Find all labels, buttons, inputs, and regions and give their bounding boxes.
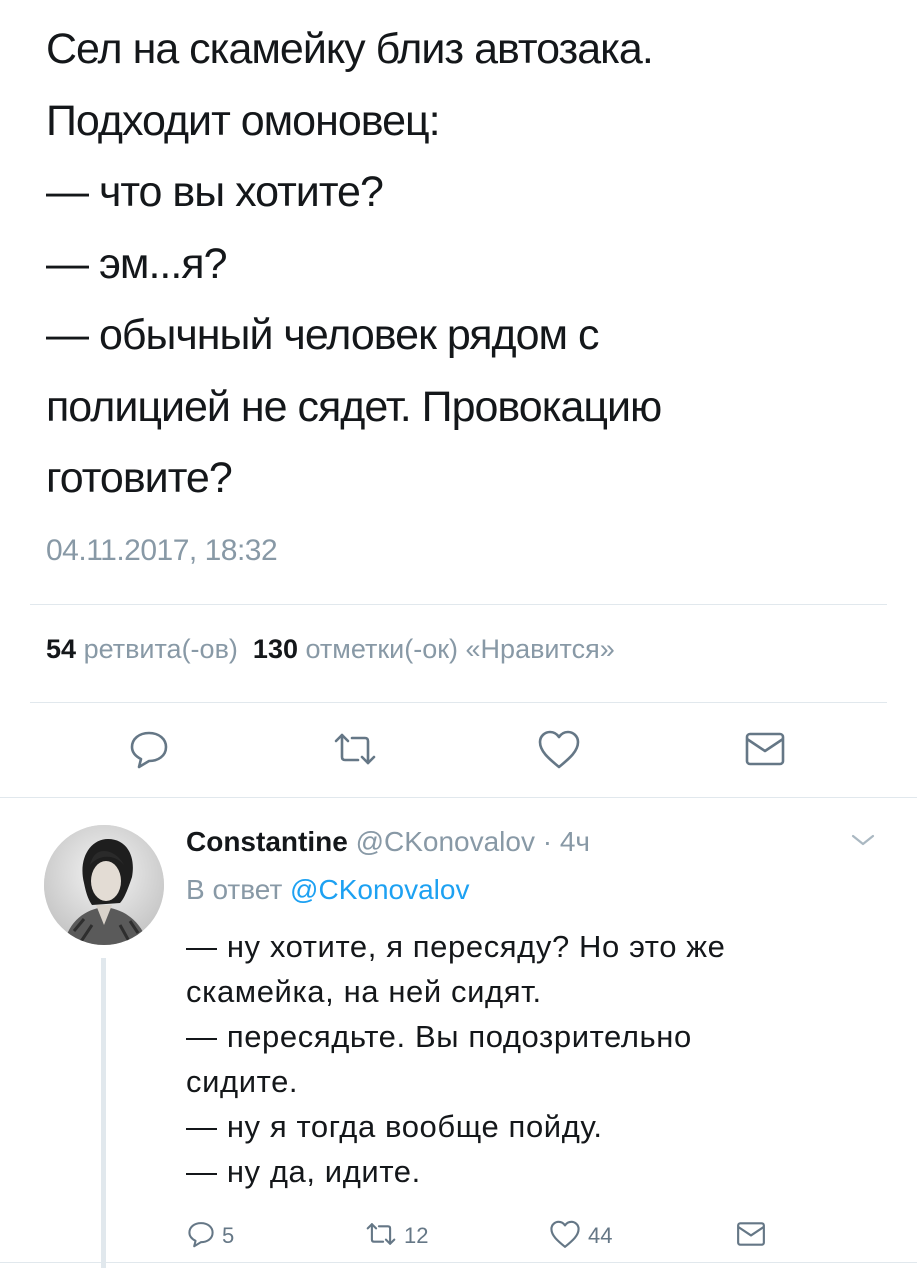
more-options-button[interactable] bbox=[850, 832, 876, 853]
heart-icon bbox=[548, 1219, 582, 1254]
chevron-down-icon bbox=[850, 834, 876, 852]
divider bbox=[30, 702, 887, 703]
main-tweet-text: Сел на скамейку близ автозака. Подходит … bbox=[46, 14, 886, 515]
tweet-line: — что вы хотите? bbox=[46, 168, 384, 216]
divider bbox=[0, 797, 917, 798]
reply-line: — ну хотите, я пересяду? Но это же bbox=[186, 929, 726, 964]
in-reply-to: В ответ @CKonovalov bbox=[186, 874, 469, 906]
in-reply-prefix: В ответ bbox=[186, 874, 283, 905]
envelope-icon bbox=[744, 731, 786, 772]
tweet-line: — обычный человек рядом с bbox=[46, 311, 600, 359]
like-count: 44 bbox=[588, 1223, 613, 1248]
reply-line: — ну я тогда вообще пойду. bbox=[186, 1109, 603, 1144]
heart-icon bbox=[536, 728, 582, 775]
reply-time[interactable]: 4ч bbox=[560, 826, 590, 857]
reply-message-button[interactable] bbox=[736, 1216, 766, 1256]
retweet-count: 12 bbox=[404, 1223, 429, 1248]
reply-line: — пересядьте. Вы подозрительно bbox=[186, 1019, 692, 1054]
tweet-line: — эм...я? bbox=[46, 239, 228, 288]
like-button[interactable] bbox=[534, 726, 584, 776]
tweet-line: Сел на скамейку близ автозака. bbox=[46, 25, 654, 73]
in-reply-mention[interactable]: @CKonovalov bbox=[290, 874, 469, 905]
retweet-button[interactable] bbox=[330, 726, 380, 776]
tweet-line: полицией не сядет. Провокацию bbox=[46, 382, 662, 431]
divider bbox=[30, 604, 887, 605]
reply-tweet[interactable]: Constantine @CKonovalov · 4ч В ответ @CK… bbox=[0, 800, 917, 1270]
tweet-action-bar bbox=[0, 726, 917, 776]
reply-text: — ну хотите, я пересяду? Но это же скаме… bbox=[186, 924, 886, 1194]
reply-header: Constantine @CKonovalov · 4ч bbox=[186, 826, 590, 858]
divider bbox=[0, 1262, 917, 1263]
reply-line: — ну да, идите. bbox=[186, 1154, 421, 1189]
reply-button[interactable] bbox=[124, 726, 174, 776]
retweet-icon bbox=[332, 729, 378, 774]
author-handle[interactable]: @CKonovalov bbox=[356, 826, 535, 857]
reply-like-button[interactable]: 44 bbox=[548, 1216, 612, 1256]
retweets-label[interactable]: ретвита(-ов) bbox=[84, 634, 238, 664]
avatar[interactable] bbox=[44, 825, 164, 945]
likes-count[interactable]: 130 bbox=[253, 634, 298, 664]
reply-line: сидите. bbox=[186, 1064, 299, 1099]
envelope-icon bbox=[736, 1221, 766, 1252]
tweet-line: Подходит омоновец: bbox=[46, 96, 441, 145]
reply-retweet-button[interactable]: 12 bbox=[364, 1216, 428, 1256]
likes-label[interactable]: отметки(-ок) «Нравится» bbox=[306, 634, 615, 664]
reply-line: скамейка, на ней сидят. bbox=[186, 974, 542, 1009]
tweet-line: готовите? bbox=[46, 454, 233, 502]
tweet-timestamp[interactable]: 04.11.2017, 18:32 bbox=[46, 534, 278, 568]
tweet-stats: 54 ретвита(-ов) 130 отметки(-ок) «Нравит… bbox=[46, 634, 615, 665]
reply-icon bbox=[186, 1219, 216, 1254]
retweets-count[interactable]: 54 bbox=[46, 634, 76, 664]
author-name[interactable]: Constantine bbox=[186, 826, 348, 857]
reply-count: 5 bbox=[222, 1223, 235, 1248]
separator: · bbox=[542, 826, 553, 857]
retweet-icon bbox=[364, 1220, 398, 1253]
reply-icon bbox=[127, 727, 171, 776]
message-button[interactable] bbox=[740, 726, 790, 776]
reply-action-bar: 5 12 44 bbox=[0, 1216, 917, 1256]
reply-reply-button[interactable]: 5 bbox=[186, 1216, 234, 1256]
